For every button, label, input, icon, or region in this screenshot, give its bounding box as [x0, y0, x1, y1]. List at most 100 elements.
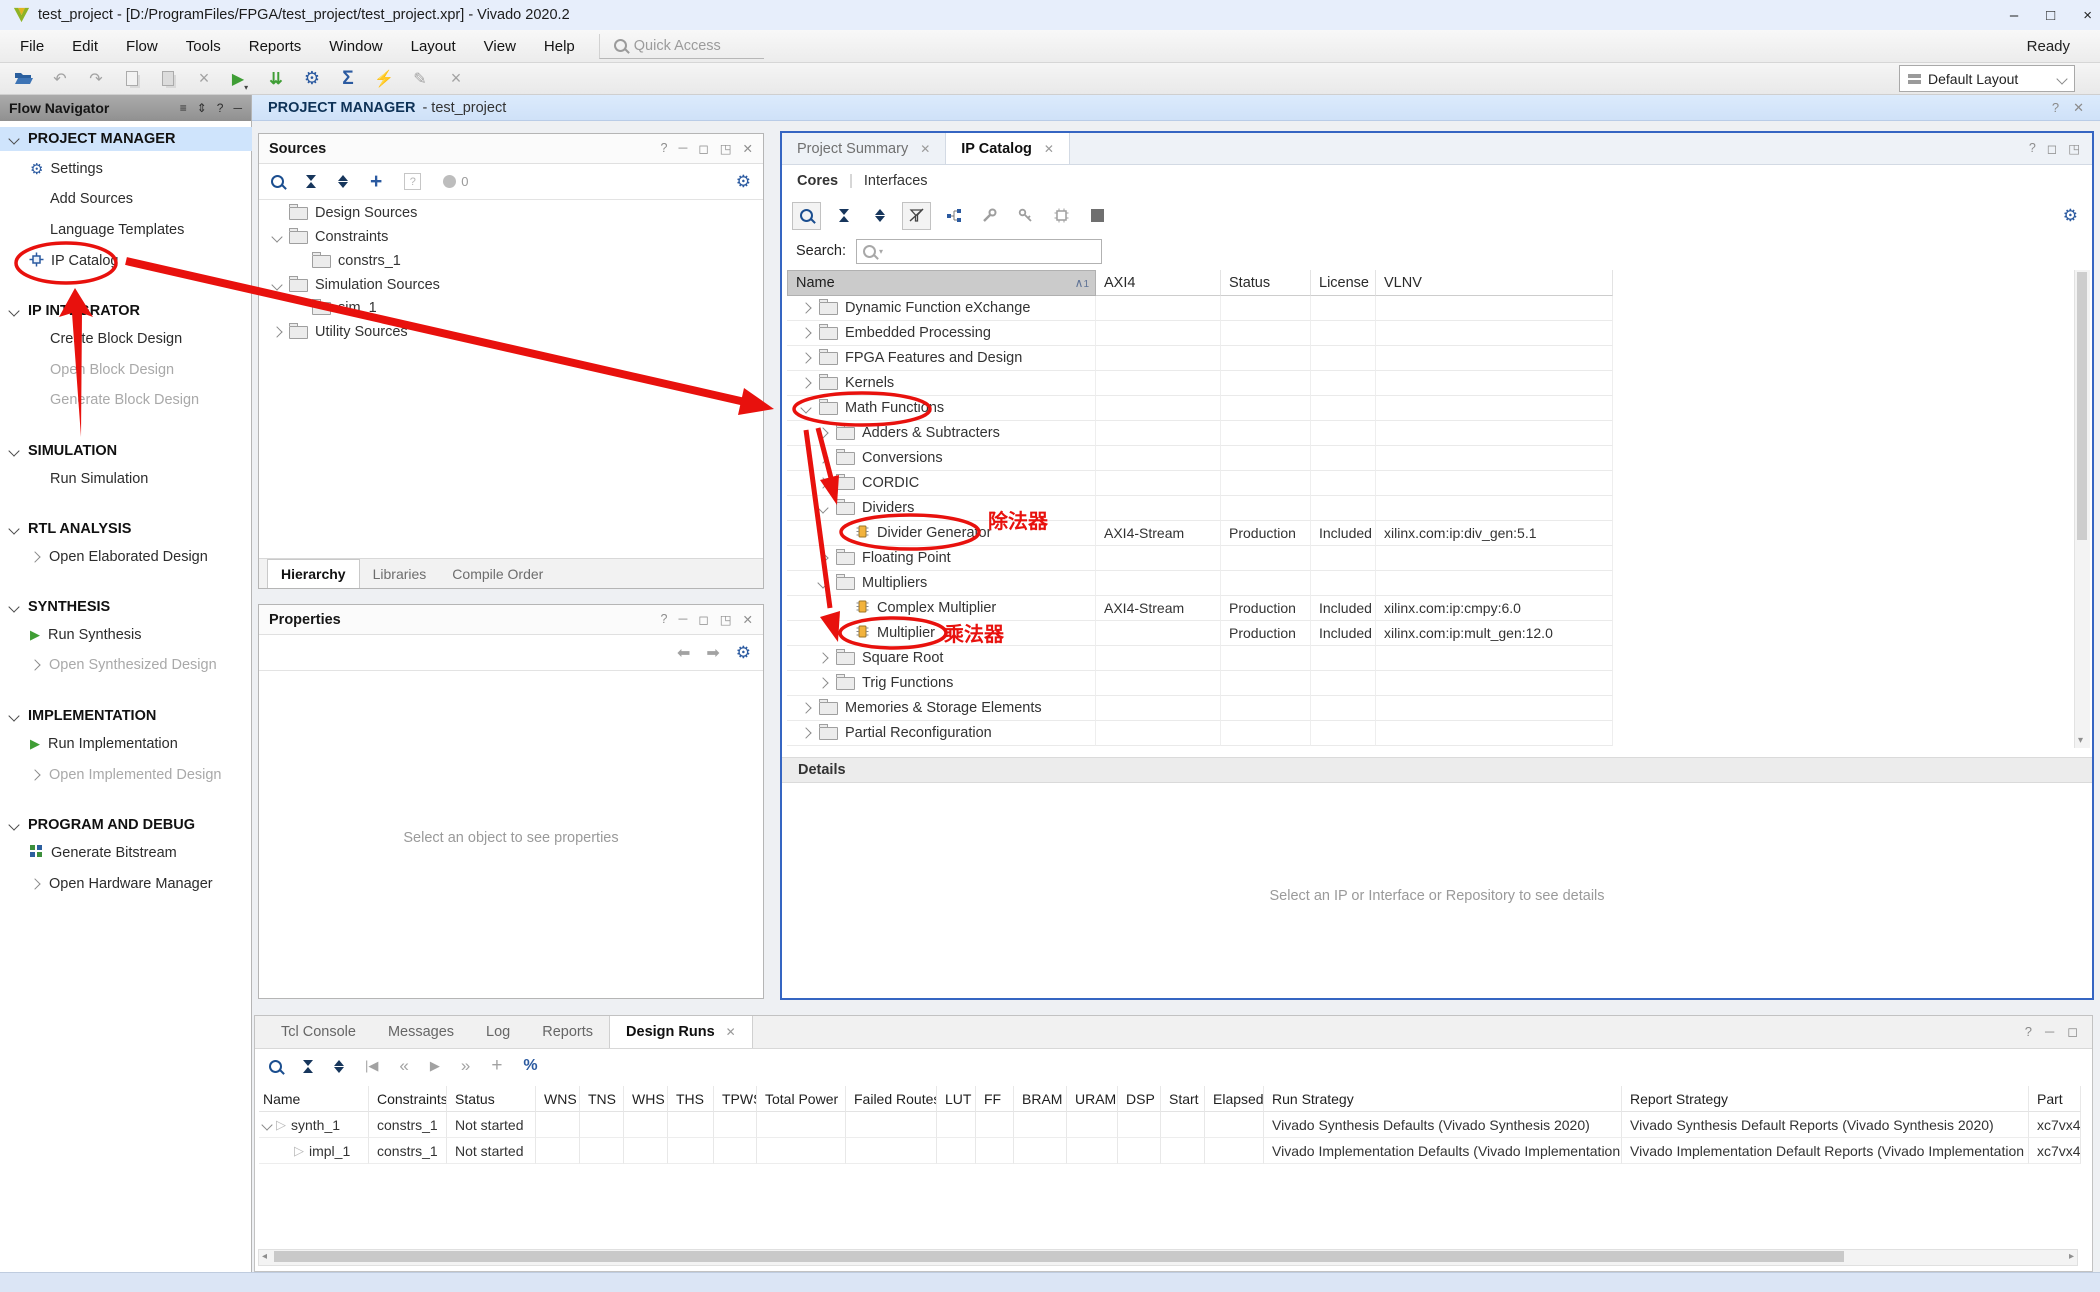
table-row-complex-multiplier[interactable]: Complex Multiplier AXI4-Stream Productio… — [787, 596, 1613, 621]
paste-icon[interactable] — [152, 66, 184, 92]
open-project-icon[interactable] — [8, 66, 40, 92]
column-license[interactable]: License — [1311, 270, 1376, 296]
sidebar-item-add-sources[interactable]: Add Sources — [0, 187, 302, 211]
tab-ip-catalog[interactable]: IP Catalog✕ — [945, 133, 1070, 164]
help-icon[interactable]: ? — [661, 612, 668, 627]
table-row[interactable]: Embedded Processing — [787, 321, 1613, 346]
add-run-icon[interactable]: + — [491, 1055, 502, 1077]
close-icon[interactable]: ✕ — [2073, 100, 2084, 116]
help-icon[interactable]: ? — [2052, 100, 2059, 116]
table-row-impl1[interactable]: ▷impl_1 constrs_1 Not started Vivado Imp… — [259, 1138, 2081, 1164]
tree-item-constraints[interactable]: Constraints — [273, 225, 388, 249]
layout-selector[interactable]: Default Layout — [1899, 65, 2075, 92]
collapse-all-icon[interactable]: ≡ — [180, 101, 187, 115]
sidebar-section-synthesis[interactable]: SYNTHESIS — [0, 595, 252, 619]
table-row-dividers[interactable]: Dividers — [787, 496, 1613, 521]
ip-search-input[interactable]: ▾ — [856, 239, 1102, 264]
chevron-down-icon[interactable] — [271, 231, 282, 242]
menu-tools[interactable]: Tools — [172, 38, 235, 55]
expand-all-icon[interactable] — [334, 1060, 344, 1073]
tab-hierarchy[interactable]: Hierarchy — [267, 559, 360, 588]
percent-icon[interactable]: % — [523, 1057, 537, 1075]
tab-compile-order[interactable]: Compile Order — [439, 559, 556, 588]
menu-layout[interactable]: Layout — [397, 38, 470, 55]
scroll-down-icon[interactable]: ▾ — [2078, 735, 2083, 746]
table-row[interactable]: Dynamic Function eXchange — [787, 296, 1613, 321]
minimize-icon[interactable]: ─ — [678, 141, 687, 156]
column-vlnv[interactable]: VLNV — [1376, 270, 1613, 296]
table-row[interactable]: FPGA Features and Design — [787, 346, 1613, 371]
search-icon[interactable] — [269, 1060, 282, 1073]
hierarchy-view-icon[interactable] — [940, 203, 967, 229]
chevron-down-icon[interactable] — [261, 1119, 272, 1130]
gear-icon[interactable]: ⚙ — [2063, 206, 2078, 226]
table-row[interactable]: Square Root — [787, 646, 1613, 671]
filter-toggle-icon[interactable] — [902, 202, 931, 230]
run-icon[interactable]: ▶▾ — [224, 66, 256, 92]
sidebar-item-run-implementation[interactable]: ▶ Run Implementation — [0, 732, 252, 756]
menu-help[interactable]: Help — [530, 38, 589, 55]
column-name[interactable]: Name — [259, 1086, 369, 1112]
tab-libraries[interactable]: Libraries — [360, 559, 440, 588]
expand-all-icon[interactable] — [866, 203, 893, 229]
delete-icon[interactable]: × — [188, 66, 220, 92]
table-row[interactable]: Kernels — [787, 371, 1613, 396]
close-icon[interactable]: ✕ — [920, 142, 930, 156]
maximize-icon[interactable]: ◻ — [2047, 141, 2057, 164]
tree-item-utility-sources[interactable]: Utility Sources — [273, 320, 408, 344]
tab-tcl-console[interactable]: Tcl Console — [265, 1016, 372, 1048]
table-row-synth1[interactable]: ▷synth_1 constrs_1 Not started Vivado Sy… — [259, 1112, 2081, 1138]
gear-icon[interactable]: ⚙ — [736, 643, 751, 663]
table-row[interactable]: Conversions — [787, 446, 1613, 471]
column-status[interactable]: Status — [1221, 270, 1311, 296]
collapse-all-icon[interactable] — [830, 203, 857, 229]
view-cores[interactable]: Cores — [797, 173, 838, 189]
menu-flow[interactable]: Flow — [112, 38, 172, 55]
table-row[interactable]: Floating Point — [787, 546, 1613, 571]
tab-project-summary[interactable]: Project Summary✕ — [782, 133, 945, 164]
sum-reports-icon[interactable]: Σ — [332, 66, 364, 92]
expand-all-icon[interactable] — [338, 175, 348, 188]
sidebar-item-create-block-design[interactable]: Create Block Design — [0, 327, 302, 351]
table-row[interactable]: Memories & Storage Elements — [787, 696, 1613, 721]
sidebar-item-run-simulation[interactable]: Run Simulation — [0, 467, 302, 491]
scrollbar-thumb[interactable] — [274, 1251, 1844, 1262]
sidebar-item-run-synthesis[interactable]: ▶ Run Synthesis — [0, 623, 252, 647]
close-icon[interactable]: ✕ — [743, 612, 753, 627]
sidebar-section-program-debug[interactable]: PROGRAM AND DEBUG — [0, 813, 252, 837]
menu-reports[interactable]: Reports — [235, 38, 316, 55]
maximize-button[interactable]: □ — [2046, 7, 2055, 24]
maximize-icon[interactable]: ◻ — [2067, 1024, 2078, 1040]
close-icon[interactable]: ✕ — [1044, 142, 1054, 156]
help-icon[interactable]: ? — [217, 101, 224, 115]
minimize-button[interactable]: – — [2010, 7, 2018, 24]
table-row[interactable]: Trig Functions — [787, 671, 1613, 696]
sidebar-item-generate-bitstream[interactable]: Generate Bitstream — [0, 841, 252, 865]
scroll-left-icon[interactable]: ◂ — [262, 1250, 267, 1264]
tree-item-design-sources[interactable]: Design Sources — [289, 201, 417, 225]
float-icon[interactable]: ◳ — [2068, 141, 2080, 164]
help-icon[interactable]: ? — [2025, 1024, 2032, 1040]
maximize-icon[interactable]: ◻ — [698, 141, 708, 156]
help-icon[interactable]: ? — [2029, 141, 2036, 164]
search-icon[interactable] — [792, 202, 821, 230]
table-row-divider-generator[interactable]: Divider Generator AXI4-Stream Production… — [787, 521, 1613, 546]
tree-item-constrs1[interactable]: constrs_1 — [312, 249, 401, 273]
scrollbar-thumb[interactable] — [2077, 272, 2087, 540]
tab-messages[interactable]: Messages — [372, 1016, 470, 1048]
tree-item-simulation-sources[interactable]: Simulation Sources — [273, 273, 440, 297]
column-name[interactable]: Name ∧1 — [787, 270, 1096, 296]
chevron-down-icon[interactable] — [271, 279, 282, 290]
table-row[interactable]: Partial Reconfiguration — [787, 721, 1613, 746]
sidebar-item-language-templates[interactable]: Language Templates — [0, 218, 302, 242]
search-icon[interactable] — [271, 175, 284, 188]
menu-edit[interactable]: Edit — [58, 38, 112, 55]
tab-reports[interactable]: Reports — [526, 1016, 609, 1048]
sidebar-item-open-elaborated-design[interactable]: Open Elaborated Design — [0, 545, 252, 569]
step-icon[interactable]: ⇊ — [260, 66, 292, 92]
sidebar-item-settings[interactable]: ⚙ Settings — [0, 157, 252, 181]
gear-icon[interactable]: ⚙ — [736, 172, 751, 192]
view-interfaces[interactable]: Interfaces — [864, 173, 928, 189]
minimize-panel-icon[interactable]: ─ — [233, 101, 242, 115]
horizontal-scrollbar[interactable]: ◂ ▸ — [258, 1249, 2078, 1266]
